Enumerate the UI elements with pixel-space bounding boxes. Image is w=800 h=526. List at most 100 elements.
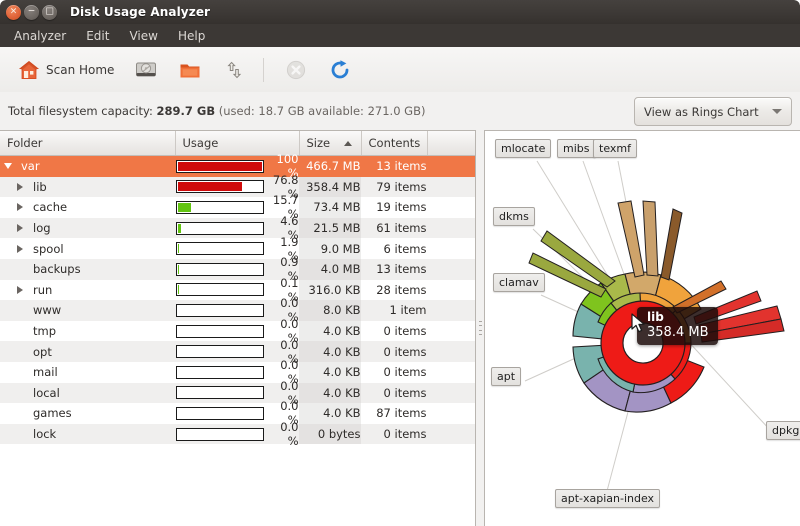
chart-label-apt[interactable]: apt [491,367,522,386]
chart-label-mibs[interactable]: mibs [557,139,596,158]
expander-expand-icon[interactable] [12,203,28,212]
expander-expand-icon[interactable] [12,182,28,191]
cell-contents: 61 items [361,217,427,239]
expander-expand-icon[interactable] [12,285,28,294]
cell-blank [427,176,475,198]
column-header-size[interactable]: Size [299,131,362,156]
menu-help[interactable]: Help [169,27,214,45]
column-header-blank[interactable] [427,131,475,156]
stop-icon [284,58,308,82]
table-row[interactable]: run 0.1 % 316.0 KB 28 items [0,276,475,304]
table-row[interactable]: www 0.0 % 8.0 KB 1 item [0,296,475,324]
folder-name: www [33,303,62,318]
table-row[interactable]: local 0.0 % 4.0 KB 0 items [0,379,475,407]
maximize-button[interactable]: □ [42,4,57,20]
menu-edit[interactable]: Edit [77,27,118,45]
folder-name: run [33,282,53,297]
table-empty-area [0,444,475,526]
column-header-folder[interactable]: Folder [0,131,176,156]
cell-blank [427,423,475,445]
scan-filesystem-button[interactable] [127,53,165,87]
cell-size: 358.4 MB [299,176,361,198]
folder-name: lib [33,179,47,194]
rings-chart-pane[interactable]: mlocate mibs texmf dkms clamav apt dpkg … [484,130,800,526]
table-row[interactable]: cache 15.7 % 73.4 MB 19 items [0,193,475,221]
capacity-prefix: Total filesystem capacity: [8,104,157,118]
folder-tree-pane: Folder Usage Size Contents var 100 % 466.7… [0,130,476,526]
cell-contents: 13 items [361,155,427,177]
menu-analyzer[interactable]: Analyzer [5,27,75,45]
cell-contents: 28 items [361,279,427,301]
table-row[interactable]: backups 0.9 % 4.0 MB 13 items [0,255,475,283]
cell-contents: 0 items [361,423,427,445]
chart-label-texmf[interactable]: texmf [593,139,637,158]
folder-name: backups [33,262,81,277]
cell-folder: log [0,217,175,239]
sort-ascending-icon [343,140,352,146]
cell-contents: 0 items [361,382,427,404]
column-header-usage-label: Usage [182,136,219,150]
rings-chart-svg[interactable] [485,131,800,526]
table-row[interactable]: games 0.0 % 4.0 KB 87 items [0,399,475,427]
scan-remote-folder-button[interactable] [215,53,253,87]
cell-contents: 0 items [361,320,427,342]
close-button[interactable]: × [6,4,21,20]
splitter-grip-icon [478,321,482,335]
folder-name: mail [33,365,58,380]
column-header-size-label: Size [306,136,331,150]
table-row[interactable]: log 4.6 % 21.5 MB 61 items [0,214,475,242]
cell-blank [427,361,475,383]
menu-view[interactable]: View [120,27,166,45]
rings-chart[interactable]: mlocate mibs texmf dkms clamav apt dpkg … [485,131,800,526]
window-controls: × − □ [6,4,57,20]
content-panes: Folder Usage Size Contents var 100 % 466.7… [0,130,800,526]
chart-label-clamav[interactable]: clamav [493,273,545,292]
window-title: Disk Usage Analyzer [70,5,211,19]
usage-bar-fill [177,182,242,192]
cell-blank [427,320,475,342]
usage-bar-fill [177,161,262,171]
table-row[interactable]: tmp 0.0 % 4.0 KB 0 items [0,317,475,345]
cell-blank [427,155,475,177]
folder-icon [178,58,202,82]
center-ring-lib[interactable] [600,300,686,386]
table-row[interactable]: lib 76.8 % 358.4 MB 79 items [0,173,475,201]
usage-bar [175,386,264,400]
refresh-icon [328,58,352,82]
scan-home-button[interactable]: Scan Home [10,53,121,87]
folder-name: cache [33,200,68,215]
cell-blank [427,403,475,424]
usage-bar-fill [177,223,182,233]
table-row[interactable]: mail 0.0 % 4.0 KB 0 items [0,358,475,386]
expander-expand-icon[interactable] [12,244,28,253]
column-header-contents[interactable]: Contents [361,131,428,156]
table-row[interactable]: lock 0.0 % 0 bytes 0 items [0,420,475,448]
folder-name: lock [33,427,57,442]
table-row[interactable]: spool 1.9 % 9.0 MB 6 items [0,235,475,263]
folder-name: spool [33,241,64,256]
view-mode-select[interactable]: View as Rings Chart [634,97,792,126]
expander-expand-icon[interactable] [12,224,28,233]
cell-contents: 13 items [361,258,427,280]
cell-folder: var [0,155,175,177]
expander-collapse-icon[interactable] [0,163,16,170]
pane-splitter[interactable] [476,130,484,526]
table-row[interactable]: opt 0.0 % 4.0 KB 0 items [0,338,475,366]
folder-table: Folder Usage Size Contents var 100 % 466.7… [0,131,475,448]
stop-button[interactable] [277,53,315,87]
cell-folder: tmp [0,320,175,342]
chart-label-apt-xapian-index[interactable]: apt-xapian-index [555,489,661,508]
chart-label-dpkg[interactable]: dpkg [766,421,800,440]
usage-bar [175,159,264,173]
usage-bar [175,324,264,338]
cell-size: 466.7 MB [299,155,361,177]
chart-label-dkms[interactable]: dkms [493,207,535,226]
scan-folder-button[interactable] [171,53,209,87]
usage-bar [175,283,264,297]
cell-blank [427,382,475,404]
minimize-button[interactable]: − [24,4,39,20]
refresh-button[interactable] [321,53,359,87]
chart-label-mlocate[interactable]: mlocate [495,139,552,158]
cell-contents: 1 item [361,300,427,321]
table-row[interactable]: var 100 % 466.7 MB 13 items [0,152,475,180]
